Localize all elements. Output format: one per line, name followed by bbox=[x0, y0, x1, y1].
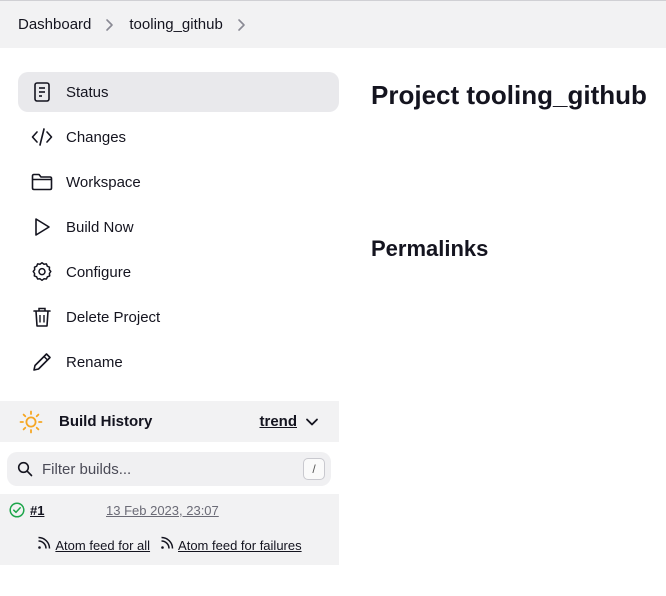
chevron-right-icon[interactable] bbox=[105, 18, 115, 32]
atom-feed-failures-link[interactable]: Atom feed for failures bbox=[178, 538, 302, 553]
pencil-icon bbox=[31, 351, 53, 373]
page-title: Project tooling_github bbox=[371, 80, 647, 110]
sidebar-item-label: Workspace bbox=[66, 173, 141, 191]
atom-feeds: Atom feed for all Atom feed for failures bbox=[0, 526, 339, 565]
document-icon bbox=[31, 81, 53, 103]
rss-icon bbox=[161, 536, 174, 549]
chevron-down-icon[interactable] bbox=[305, 415, 319, 429]
breadcrumb-project[interactable]: tooling_github bbox=[129, 16, 222, 33]
sidebar-item-delete-project[interactable]: Delete Project bbox=[18, 297, 339, 337]
sidebar-tasks: Status Changes Workspace Build Now Confi… bbox=[18, 72, 339, 387]
build-history-panel: Build History trend / #1 13 Feb 2023, 23… bbox=[0, 401, 339, 565]
sidebar-item-workspace[interactable]: Workspace bbox=[18, 162, 339, 202]
sun-icon bbox=[19, 410, 43, 433]
build-date-link[interactable]: 13 Feb 2023, 23:07 bbox=[106, 503, 219, 518]
code-icon bbox=[31, 126, 53, 148]
build-history-title: Build History bbox=[59, 413, 153, 430]
sidebar-item-rename[interactable]: Rename bbox=[18, 342, 339, 382]
build-history-header: Build History trend bbox=[0, 401, 339, 442]
success-check-icon bbox=[9, 502, 25, 518]
build-number-link[interactable]: #1 bbox=[30, 503, 106, 518]
sidebar-item-label: Configure bbox=[66, 263, 132, 281]
sidebar-item-label: Status bbox=[66, 83, 109, 101]
chevron-right-icon[interactable] bbox=[237, 18, 247, 32]
breadcrumb-bar: Dashboard tooling_github bbox=[0, 0, 666, 48]
gear-icon bbox=[31, 261, 53, 283]
search-icon bbox=[17, 461, 33, 477]
build-row[interactable]: #1 13 Feb 2023, 23:07 bbox=[0, 494, 339, 526]
sidebar-item-status[interactable]: Status bbox=[18, 72, 339, 112]
sidebar-item-label: Build Now bbox=[66, 218, 134, 236]
breadcrumb-dashboard[interactable]: Dashboard bbox=[18, 16, 91, 33]
sidebar-item-label: Rename bbox=[66, 353, 123, 371]
sidebar-item-changes[interactable]: Changes bbox=[18, 117, 339, 157]
trend-link[interactable]: trend bbox=[260, 413, 298, 430]
sidebar-item-build-now[interactable]: Build Now bbox=[18, 207, 339, 247]
trash-icon bbox=[31, 306, 53, 328]
sidebar-item-configure[interactable]: Configure bbox=[18, 252, 339, 292]
filter-builds-input[interactable] bbox=[42, 460, 303, 478]
feed-all[interactable]: Atom feed for all bbox=[37, 536, 150, 553]
sidebar-item-label: Delete Project bbox=[66, 308, 161, 326]
filter-builds-field[interactable]: / bbox=[7, 452, 331, 486]
permalinks-heading: Permalinks bbox=[371, 236, 489, 261]
sidebar-item-label: Changes bbox=[66, 128, 127, 146]
folder-icon bbox=[31, 171, 53, 193]
rss-icon bbox=[38, 536, 51, 549]
keyboard-shortcut-badge: / bbox=[303, 458, 325, 480]
atom-feed-all-link[interactable]: Atom feed for all bbox=[55, 538, 150, 553]
feed-failures[interactable]: Atom feed for failures bbox=[160, 536, 302, 553]
main-content: Project tooling_github Permalinks bbox=[371, 80, 647, 262]
play-icon bbox=[31, 216, 53, 238]
